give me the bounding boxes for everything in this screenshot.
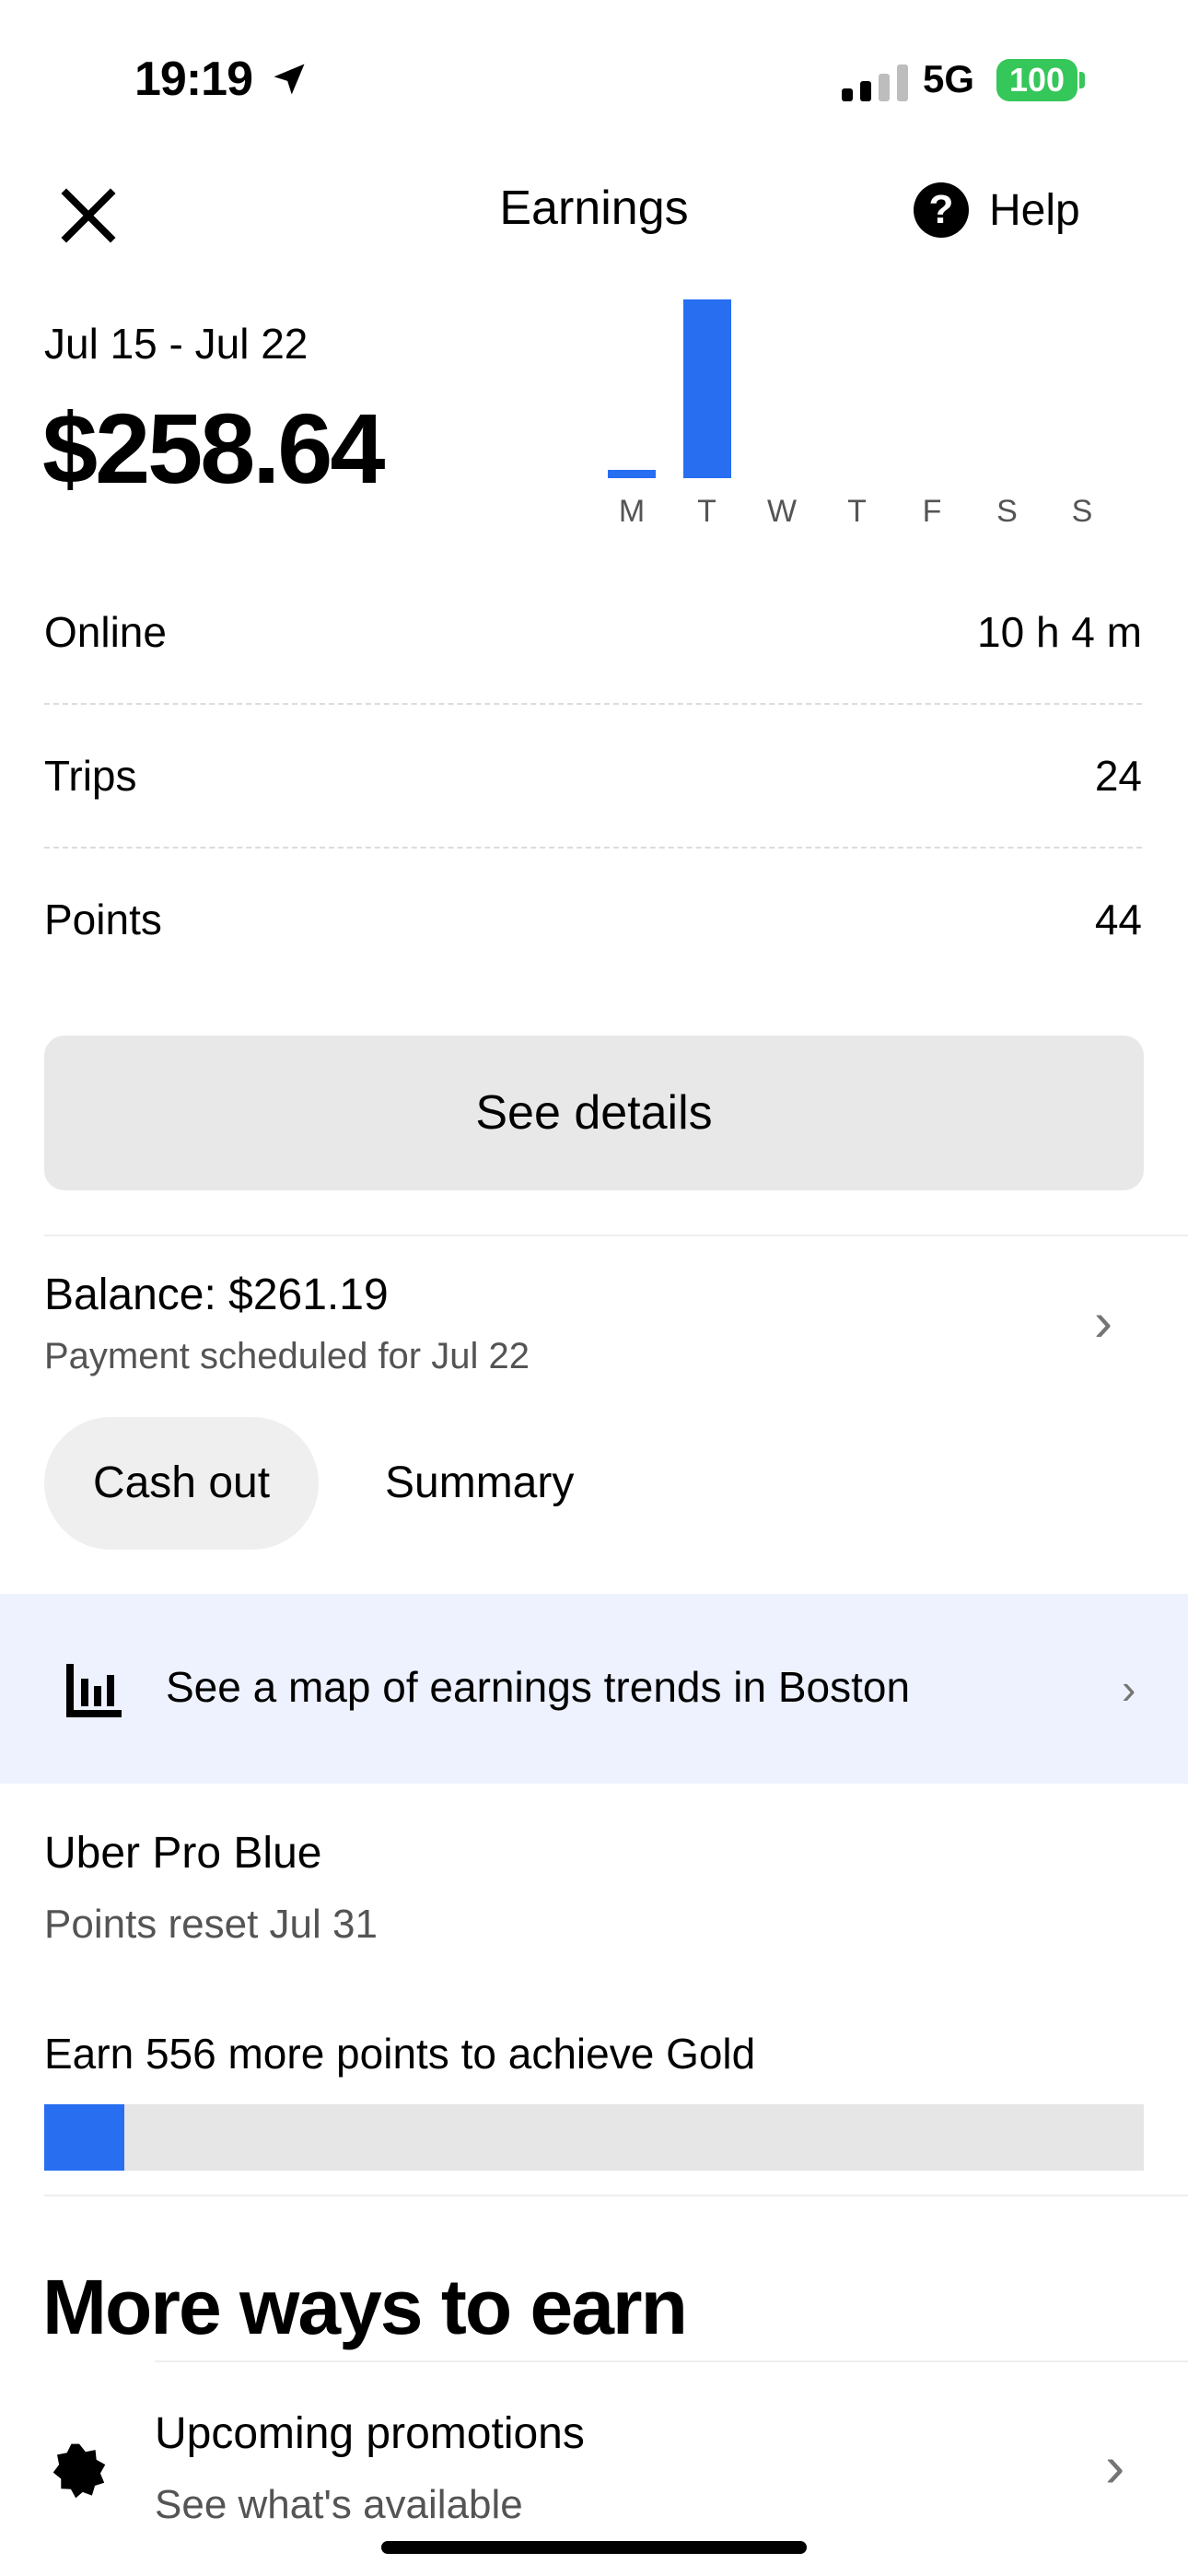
chevron-right-icon: › [1122, 1665, 1136, 1713]
earnings-total: $258.64 [42, 392, 385, 504]
payment-schedule: Payment scheduled for Jul 22 [44, 1336, 530, 1376]
promo-title: Upcoming promotions [155, 2409, 585, 2458]
date-range: Jul 15 - Jul 22 [44, 320, 309, 368]
stat-value: 24 [1094, 752, 1142, 800]
chart-day-label: T [847, 494, 867, 529]
promo-subtitle: See what's available [155, 2482, 523, 2527]
points-progress-bar [44, 2104, 1144, 2171]
points-goal: Earn 556 more points to achieve Gold [44, 2030, 756, 2078]
stat-label: Trips [44, 752, 137, 800]
divider [155, 2360, 1188, 2362]
chart-day-label: S [1071, 494, 1093, 529]
stat-row-trips: Trips 24 [44, 704, 1142, 848]
stat-label: Points [44, 896, 162, 943]
home-indicator [381, 2541, 807, 2554]
divider [44, 2195, 1188, 2196]
chart-day-label: T [697, 494, 716, 529]
chart-day-label: F [922, 494, 942, 529]
battery-tip [1079, 72, 1085, 88]
balance-amount: Balance: $261.19 [44, 1270, 389, 1319]
stat-value: 44 [1094, 896, 1142, 943]
promotion-badge-icon [52, 2443, 106, 2499]
see-details-button[interactable]: See details [44, 1036, 1144, 1190]
chart-day-label: W [766, 494, 798, 529]
chevron-right-icon: › [1094, 1291, 1112, 1352]
stat-label: Online [44, 608, 167, 656]
chart-bar[interactable] [608, 469, 656, 478]
help-label: Help [989, 185, 1080, 235]
network-label: 5G [923, 57, 975, 100]
location-arrow-icon [274, 64, 305, 95]
chevron-right-icon: › [1105, 2433, 1125, 2500]
chart-day-label: S [996, 494, 1018, 529]
points-reset: Points reset Jul 31 [44, 1902, 378, 1947]
uber-pro-tier: Uber Pro Blue [44, 1829, 322, 1878]
bar-chart-icon [66, 1664, 122, 1717]
battery-icon: 100 [996, 59, 1077, 101]
summary-button[interactable]: Summary [385, 1417, 574, 1550]
chart-day-label: M [618, 494, 646, 529]
stat-value: 10 h 4 m [977, 608, 1142, 656]
cash-out-button[interactable]: Cash out [44, 1417, 319, 1550]
points-progress-fill [44, 2104, 125, 2171]
weekly-earnings-chart[interactable]: MTWTFSS [589, 276, 1105, 544]
help-button[interactable]: ? Help [914, 177, 1080, 243]
divider [44, 1235, 1188, 1236]
status-time: 19:19 [134, 53, 253, 106]
chart-bar[interactable] [682, 299, 731, 478]
stat-row-online: Online 10 h 4 m [44, 560, 1142, 704]
map-banner-text: See a map of earnings trends in Boston [166, 1663, 911, 1711]
section-title: More ways to earn [42, 2264, 688, 2350]
stat-row-points: Points 44 [44, 848, 1142, 991]
help-icon: ? [914, 182, 969, 238]
signal-icon [842, 64, 915, 101]
